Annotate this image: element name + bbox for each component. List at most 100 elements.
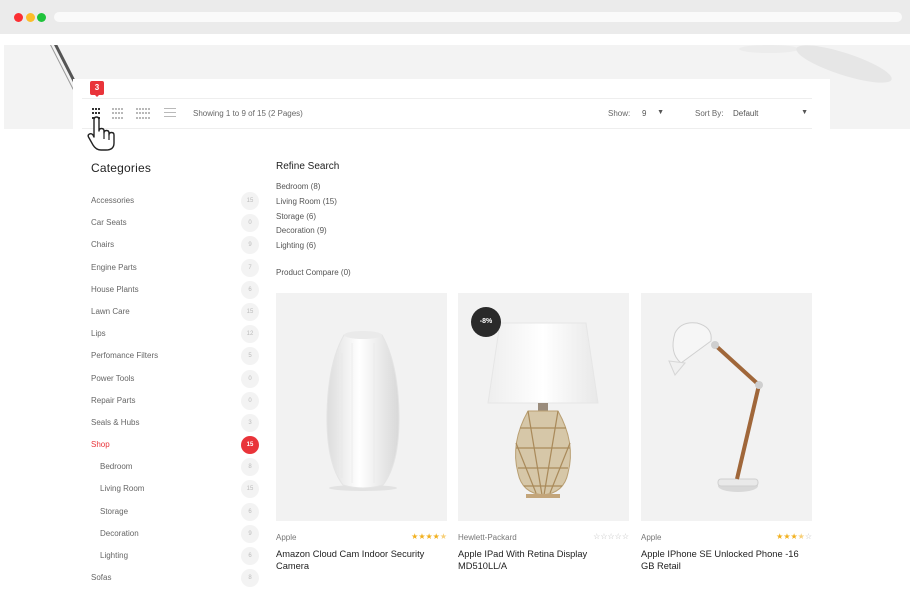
category-lips[interactable]: Lips 12	[91, 325, 259, 347]
category-count-badge: 9	[241, 524, 259, 543]
category-count-badge: 7	[241, 258, 259, 277]
results-summary: Showing 1 to 9 of 15 (2 Pages)	[193, 109, 303, 118]
category-engine-parts[interactable]: Engine Parts 7	[91, 258, 259, 281]
product-brand[interactable]: Apple	[276, 533, 296, 542]
grid-5-view-button[interactable]	[136, 108, 150, 120]
rating-stars: ★★★★★	[411, 532, 447, 541]
product-brand[interactable]: Hewlett-Packard	[458, 533, 517, 542]
category-label: Repair Parts	[91, 395, 136, 405]
product-image[interactable]	[641, 293, 812, 521]
product-title[interactable]: Apple IPhone SE Unlocked Phone -16 GB Re…	[641, 549, 812, 572]
category-lawn-care[interactable]: Lawn Care 15	[91, 302, 259, 325]
category-car-seats[interactable]: Car Seats 0	[91, 214, 259, 236]
refine-search-heading: Refine Search	[276, 161, 340, 172]
category-label: Power Tools	[91, 373, 135, 383]
subcategory-storage[interactable]: Storage 6	[91, 502, 259, 525]
category-label: Lighting	[100, 551, 129, 560]
category-count-badge: 15	[241, 436, 259, 455]
category-performance-filters[interactable]: Perfomance Filters 5	[91, 347, 259, 369]
product-compare-link[interactable]: Product Compare (0)	[276, 268, 351, 277]
product-image[interactable]	[276, 293, 447, 521]
category-repair-parts[interactable]: Repair Parts 0	[91, 391, 259, 414]
sort-by-value: Default	[733, 109, 759, 118]
category-label: Car Seats	[91, 218, 127, 228]
refine-link-lighting[interactable]: Lighting (6)	[276, 240, 337, 255]
refine-search-list: Bedroom (8) Living Room (15) Storage (6)…	[276, 181, 337, 255]
toolbar-divider-bottom	[82, 128, 812, 129]
category-seals-hubs[interactable]: Seals & Hubs 3	[91, 413, 259, 436]
category-house-plants[interactable]: House Plants 6	[91, 280, 259, 303]
chevron-down-icon: ▼	[657, 109, 664, 116]
sort-label: Sort By:	[695, 109, 724, 118]
white-vase-image	[326, 331, 400, 491]
category-label: House Plants	[91, 284, 139, 294]
address-bar[interactable]	[54, 12, 902, 22]
category-label: Decoration	[100, 528, 139, 538]
category-label: Perfomance Filters	[91, 351, 159, 361]
category-count-badge: 15	[241, 480, 259, 499]
category-count-badge: 8	[241, 458, 259, 477]
product-title[interactable]: Amazon Cloud Cam Indoor Security Camera	[276, 549, 447, 572]
product-card[interactable]: Apple ★★★★★ Amazon Cloud Cam Indoor Secu…	[276, 293, 447, 571]
category-accessories[interactable]: Accessories 15	[91, 192, 259, 214]
category-count-badge: 5	[241, 347, 259, 366]
hand-cursor-icon	[87, 116, 115, 151]
sort-by-select[interactable]: Default ▼	[731, 107, 811, 120]
category-count-badge: 3	[241, 413, 259, 432]
category-label: Chairs	[91, 240, 115, 250]
category-shop[interactable]: Shop 15	[91, 436, 259, 458]
category-count-badge: 6	[241, 280, 259, 299]
category-chairs[interactable]: Chairs 9	[91, 236, 259, 258]
refine-link-bedroom[interactable]: Bedroom (8)	[276, 181, 337, 196]
maximize-window-button[interactable]	[37, 13, 46, 22]
subcategory-lighting[interactable]: Lighting 6	[91, 547, 259, 569]
subcategory-decoration[interactable]: Decoration 9	[91, 524, 259, 547]
product-image[interactable]: -8%	[458, 293, 629, 521]
category-count-badge: 15	[241, 192, 259, 210]
category-count-badge: 9	[241, 236, 259, 255]
product-card[interactable]: Apple ★★★★☆ Apple IPhone SE Unlocked Pho…	[641, 293, 812, 571]
rating-stars: ★★★★☆	[776, 532, 812, 541]
category-count-badge: 0	[241, 369, 259, 388]
discount-badge: -8%	[471, 307, 501, 337]
show-limit-select[interactable]: 9 ▼	[640, 107, 666, 120]
category-count-badge: 15	[241, 302, 259, 321]
category-count-badge: 8	[241, 569, 259, 588]
list-view-button[interactable]	[164, 108, 176, 120]
subcategory-living-room[interactable]: Living Room 15	[91, 480, 259, 502]
category-count-badge: 6	[241, 547, 259, 565]
close-window-button[interactable]	[14, 13, 23, 22]
toolbar-divider-top	[82, 98, 812, 99]
rating-stars: ☆☆☆☆☆	[593, 532, 629, 541]
compare-count-badge: 3	[90, 81, 104, 97]
refine-link-living-room[interactable]: Living Room (15)	[276, 196, 337, 211]
categories-heading: Categories	[91, 161, 152, 175]
category-count-badge: 0	[241, 391, 259, 410]
category-label: Engine Parts	[91, 262, 137, 272]
desk-lamp-image	[668, 322, 763, 492]
product-brand[interactable]: Apple	[641, 533, 661, 542]
product-card[interactable]: -8% Hewlett-Packard ☆☆☆☆☆ Apple IPad Wit…	[458, 293, 629, 571]
refine-link-storage[interactable]: Storage (6)	[276, 211, 337, 226]
category-list: Accessories 15 Car Seats 0 Chairs 9 Engine …	[91, 192, 259, 591]
category-label: Bedroom	[100, 462, 133, 472]
minimize-window-button[interactable]	[26, 13, 35, 22]
show-label: Show:	[608, 109, 631, 118]
category-count-badge: 6	[241, 502, 259, 521]
category-label: Shop	[91, 440, 110, 450]
category-sofas[interactable]: Sofas 8	[91, 569, 259, 591]
category-label: Accessories	[91, 196, 135, 205]
category-label: Seals & Hubs	[91, 417, 140, 427]
category-count-badge: 0	[241, 214, 259, 233]
refine-link-decoration[interactable]: Decoration (9)	[276, 225, 337, 240]
category-power-tools[interactable]: Power Tools 0	[91, 369, 259, 392]
decor-leaf-small	[739, 45, 799, 53]
product-title[interactable]: Apple IPad With Retina Display MD510LL/A	[458, 549, 629, 572]
category-label: Living Room	[100, 484, 145, 494]
chevron-down-icon: ▼	[801, 109, 808, 116]
category-label: Storage	[100, 506, 129, 516]
browser-bar	[0, 0, 910, 34]
subcategory-bedroom[interactable]: Bedroom 8	[91, 458, 259, 480]
product-toolbar	[73, 79, 830, 129]
category-count-badge: 12	[241, 325, 259, 344]
